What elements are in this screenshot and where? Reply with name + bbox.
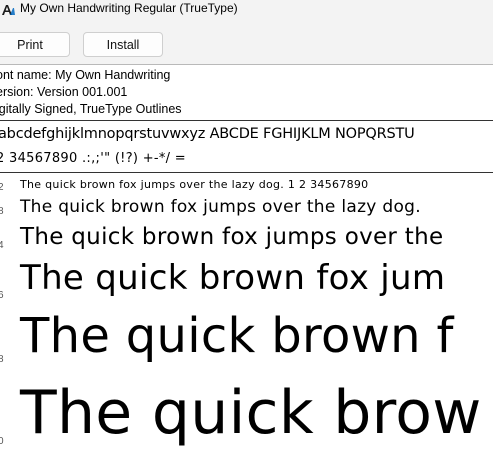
divider <box>0 172 493 173</box>
sample-text: The quick brown fox jum <box>20 258 446 298</box>
size-label: 6 <box>0 290 4 301</box>
sample-text: The quick brown fox jumps over the lazy … <box>20 197 421 217</box>
size-label: 8 <box>0 206 4 217</box>
sample-text-small: The quick brown fox jumps over the lazy … <box>20 178 369 191</box>
font-version-line: ersion: Version 001.001 <box>0 85 128 99</box>
font-signature-line: igitally Signed, TrueType Outlines <box>0 102 182 116</box>
sample-text-large: The quick brow <box>20 378 482 448</box>
install-button[interactable]: Install <box>83 32 163 57</box>
size-label: 0 <box>0 436 4 447</box>
divider <box>0 64 493 65</box>
charset-line-2: 2 34567890 .:,;'" (!?) +-*/ = <box>0 151 186 166</box>
sample-text: The quick brown fox jumps over the <box>20 224 444 250</box>
window-title: My Own Handwriting Regular (TrueType) <box>20 1 238 15</box>
print-button[interactable]: Print <box>0 32 70 57</box>
title-bar: My Own Handwriting Regular (TrueType) <box>0 0 493 22</box>
font-name-line: ont name: My Own Handwriting <box>0 68 171 82</box>
toolbar: Print Install <box>0 22 493 64</box>
sample-text: The quick brown f <box>20 308 454 364</box>
font-viewer-app-icon <box>2 5 15 15</box>
size-label: 4 <box>0 240 4 251</box>
divider <box>0 120 493 121</box>
size-label: 2 <box>0 182 4 193</box>
size-label: 8 <box>0 354 4 365</box>
charset-line-1: abcdefghijklmnopqrstuvwxyz ABCDE FGHIJKL… <box>0 126 415 142</box>
